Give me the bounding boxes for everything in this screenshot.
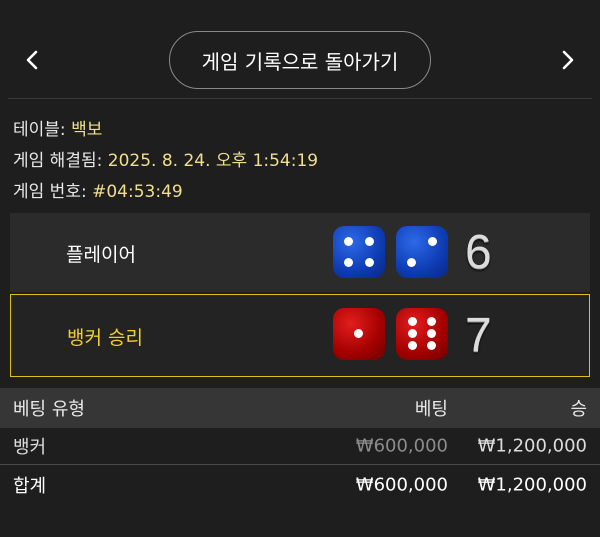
die-pip [427,341,436,350]
chevron-left-icon [26,50,38,70]
total-divider [0,464,600,465]
back-to-history-button[interactable]: 게임 기록으로 돌아가기 [169,31,431,89]
die-pip [408,317,417,326]
die-pip [427,329,436,338]
die-pip [344,237,353,246]
table-info-label: 테이블: [13,120,66,140]
player-total: 6 [465,226,492,279]
total-bet-amount: ₩600,000 [355,474,448,496]
die-pip [428,237,437,246]
die-pip [408,329,417,338]
total-win-amount: ₩1,200,000 [477,474,587,496]
die-pip [365,258,374,267]
die-pip [407,258,416,267]
player-result-row: 플레이어 6 [10,213,590,292]
player-label: 플레이어 [66,244,136,266]
bets-table-header: 베팅 유형 베팅 승 [0,388,600,428]
chevron-right-icon [562,50,574,70]
bet-type-cell: 뱅커 [13,437,47,458]
win-header: 승 [570,399,587,420]
resolved-info-value: 2025. 8. 24. 오후 1:54:19 [107,151,319,171]
banker-total: 7 [465,309,492,362]
resolved-info: 게임 해결됨: 2025. 8. 24. 오후 1:54:19 [13,146,318,171]
banker-result-row: 뱅커 승리 7 [10,294,590,377]
header-divider [8,98,592,99]
game-number-info: 게임 번호: #04:53:49 [13,177,183,202]
die-pip [344,258,353,267]
next-game-button[interactable] [546,38,590,82]
banker-die-1 [333,308,385,360]
banker-die-2 [396,308,448,360]
total-row: 합계 ₩600,000 ₩1,200,000 [0,466,600,504]
table-info: 테이블: 백보 [13,115,102,140]
bet-amount-header: 베팅 [414,399,448,420]
total-label: 합계 [13,476,47,497]
game-number-value: #04:53:49 [92,182,183,202]
bet-type-header: 베팅 유형 [13,399,85,420]
resolved-info-label: 게임 해결됨: [13,151,103,171]
table-info-value: 백보 [71,120,103,140]
table-row: 뱅커 ₩600,000 ₩1,200,000 [0,429,600,463]
die-pip [408,341,417,350]
previous-game-button[interactable] [10,38,54,82]
player-die-1 [333,226,385,278]
player-die-2 [396,226,448,278]
die-pip [365,237,374,246]
win-amount-cell: ₩1,200,000 [477,435,587,457]
banker-label: 뱅커 승리 [67,327,143,349]
die-pip [354,329,363,338]
die-pip [427,317,436,326]
game-number-label: 게임 번호: [13,182,87,202]
bet-amount-cell: ₩600,000 [355,435,448,457]
